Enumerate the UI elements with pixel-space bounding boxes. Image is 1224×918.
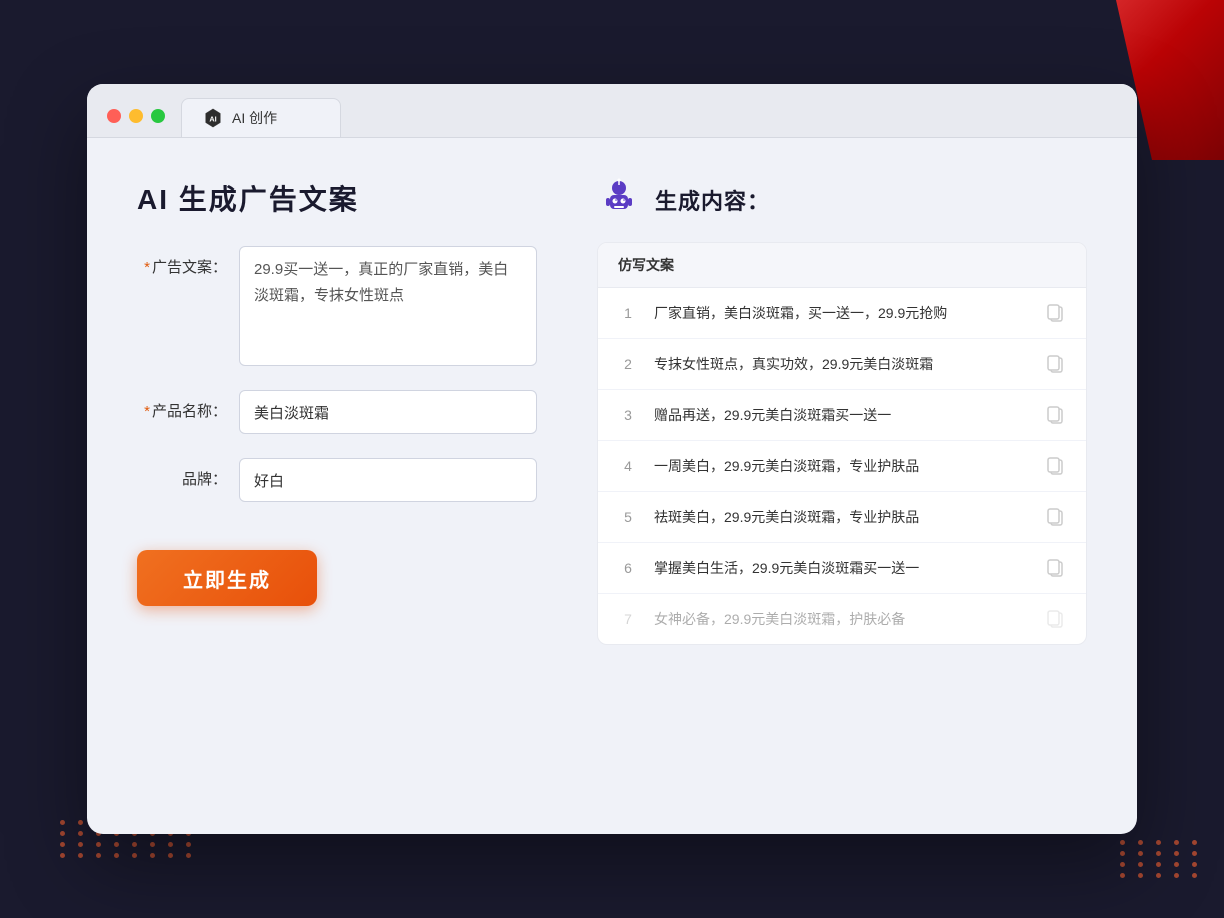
result-item: 3 赠品再送，29.9元美白淡斑霜买一送一	[598, 390, 1086, 441]
ai-tab-icon: AI	[202, 107, 224, 129]
brand-label: 品牌：	[137, 458, 227, 489]
page-title: AI 生成广告文案	[137, 178, 537, 218]
result-text: 厂家直销，美白淡斑霜，买一送一，29.9元抢购	[654, 303, 1028, 324]
ad-copy-label: *广告文案：	[137, 246, 227, 277]
result-text: 掌握美白生活，29.9元美白淡斑霜买一送一	[654, 558, 1028, 579]
result-text: 祛斑美白，29.9元美白淡斑霜，专业护肤品	[654, 507, 1028, 528]
copy-icon[interactable]	[1044, 404, 1066, 426]
ad-copy-textarea[interactable]: 29.9买一送一，真正的厂家直销，美白淡斑霜，专抹女性斑点	[239, 246, 537, 366]
result-number: 7	[618, 611, 638, 627]
results-container: 仿写文案 1 厂家直销，美白淡斑霜，买一送一，29.9元抢购 2 专抹女性斑点，…	[597, 242, 1087, 645]
browser-window: AI AI 创作 AI 生成广告文案 *广告文案： 29.9买一送一，真正的厂家…	[87, 84, 1137, 834]
result-item: 6 掌握美白生活，29.9元美白淡斑霜买一送一	[598, 543, 1086, 594]
result-text: 女神必备，29.9元美白淡斑霜，护肤必备	[654, 609, 1028, 630]
result-title: 生成内容：	[655, 184, 770, 216]
result-item: 1 厂家直销，美白淡斑霜，买一送一，29.9元抢购	[598, 288, 1086, 339]
result-header: 生成内容：	[597, 178, 1087, 222]
bg-decoration-bottom-right	[1120, 840, 1204, 878]
ad-copy-row: *广告文案： 29.9买一送一，真正的厂家直销，美白淡斑霜，专抹女性斑点	[137, 246, 537, 366]
close-button[interactable]	[107, 109, 121, 123]
result-item: 7 女神必备，29.9元美白淡斑霜，护肤必备	[598, 594, 1086, 644]
copy-icon[interactable]	[1044, 506, 1066, 528]
maximize-button[interactable]	[151, 109, 165, 123]
form-section: *广告文案： 29.9买一送一，真正的厂家直销，美白淡斑霜，专抹女性斑点 *产品…	[137, 246, 537, 502]
result-item: 5 祛斑美白，29.9元美白淡斑霜，专业护肤品	[598, 492, 1086, 543]
result-item: 2 专抹女性斑点，真实功效，29.9元美白淡斑霜	[598, 339, 1086, 390]
copy-icon[interactable]	[1044, 353, 1066, 375]
browser-content: AI 生成广告文案 *广告文案： 29.9买一送一，真正的厂家直销，美白淡斑霜，…	[87, 138, 1137, 834]
robot-icon	[597, 178, 641, 222]
result-number: 2	[618, 356, 638, 372]
copy-icon[interactable]	[1044, 455, 1066, 477]
product-name-required: *	[144, 403, 150, 420]
browser-tab[interactable]: AI AI 创作	[181, 98, 341, 137]
tab-title-text: AI 创作	[232, 108, 277, 128]
brand-input[interactable]	[239, 458, 537, 502]
result-text: 一周美白，29.9元美白淡斑霜，专业护肤品	[654, 456, 1028, 477]
window-controls	[107, 109, 165, 137]
product-name-label: *产品名称：	[137, 390, 227, 421]
result-number: 1	[618, 305, 638, 321]
left-panel: AI 生成广告文案 *广告文案： 29.9买一送一，真正的厂家直销，美白淡斑霜，…	[137, 178, 537, 794]
result-number: 4	[618, 458, 638, 474]
copy-icon[interactable]	[1044, 302, 1066, 324]
result-number: 6	[618, 560, 638, 576]
minimize-button[interactable]	[129, 109, 143, 123]
product-name-row: *产品名称：	[137, 390, 537, 434]
result-text: 赠品再送，29.9元美白淡斑霜买一送一	[654, 405, 1028, 426]
brand-row: 品牌：	[137, 458, 537, 502]
result-text: 专抹女性斑点，真实功效，29.9元美白淡斑霜	[654, 354, 1028, 375]
generate-button[interactable]: 立即生成	[137, 550, 317, 606]
result-number: 5	[618, 509, 638, 525]
results-column-header: 仿写文案	[618, 257, 674, 273]
results-header-row: 仿写文案	[598, 243, 1086, 288]
svg-text:AI: AI	[209, 115, 216, 124]
ad-copy-required: *	[144, 259, 150, 276]
copy-icon[interactable]	[1044, 557, 1066, 579]
product-name-input[interactable]	[239, 390, 537, 434]
result-items-list: 1 厂家直销，美白淡斑霜，买一送一，29.9元抢购 2 专抹女性斑点，真实功效，…	[598, 288, 1086, 644]
result-item: 4 一周美白，29.9元美白淡斑霜，专业护肤品	[598, 441, 1086, 492]
result-number: 3	[618, 407, 638, 423]
copy-icon[interactable]	[1044, 608, 1066, 630]
browser-chrome: AI AI 创作	[87, 84, 1137, 138]
right-panel: 生成内容： 仿写文案 1 厂家直销，美白淡斑霜，买一送一，29.9元抢购 2 专…	[597, 178, 1087, 794]
